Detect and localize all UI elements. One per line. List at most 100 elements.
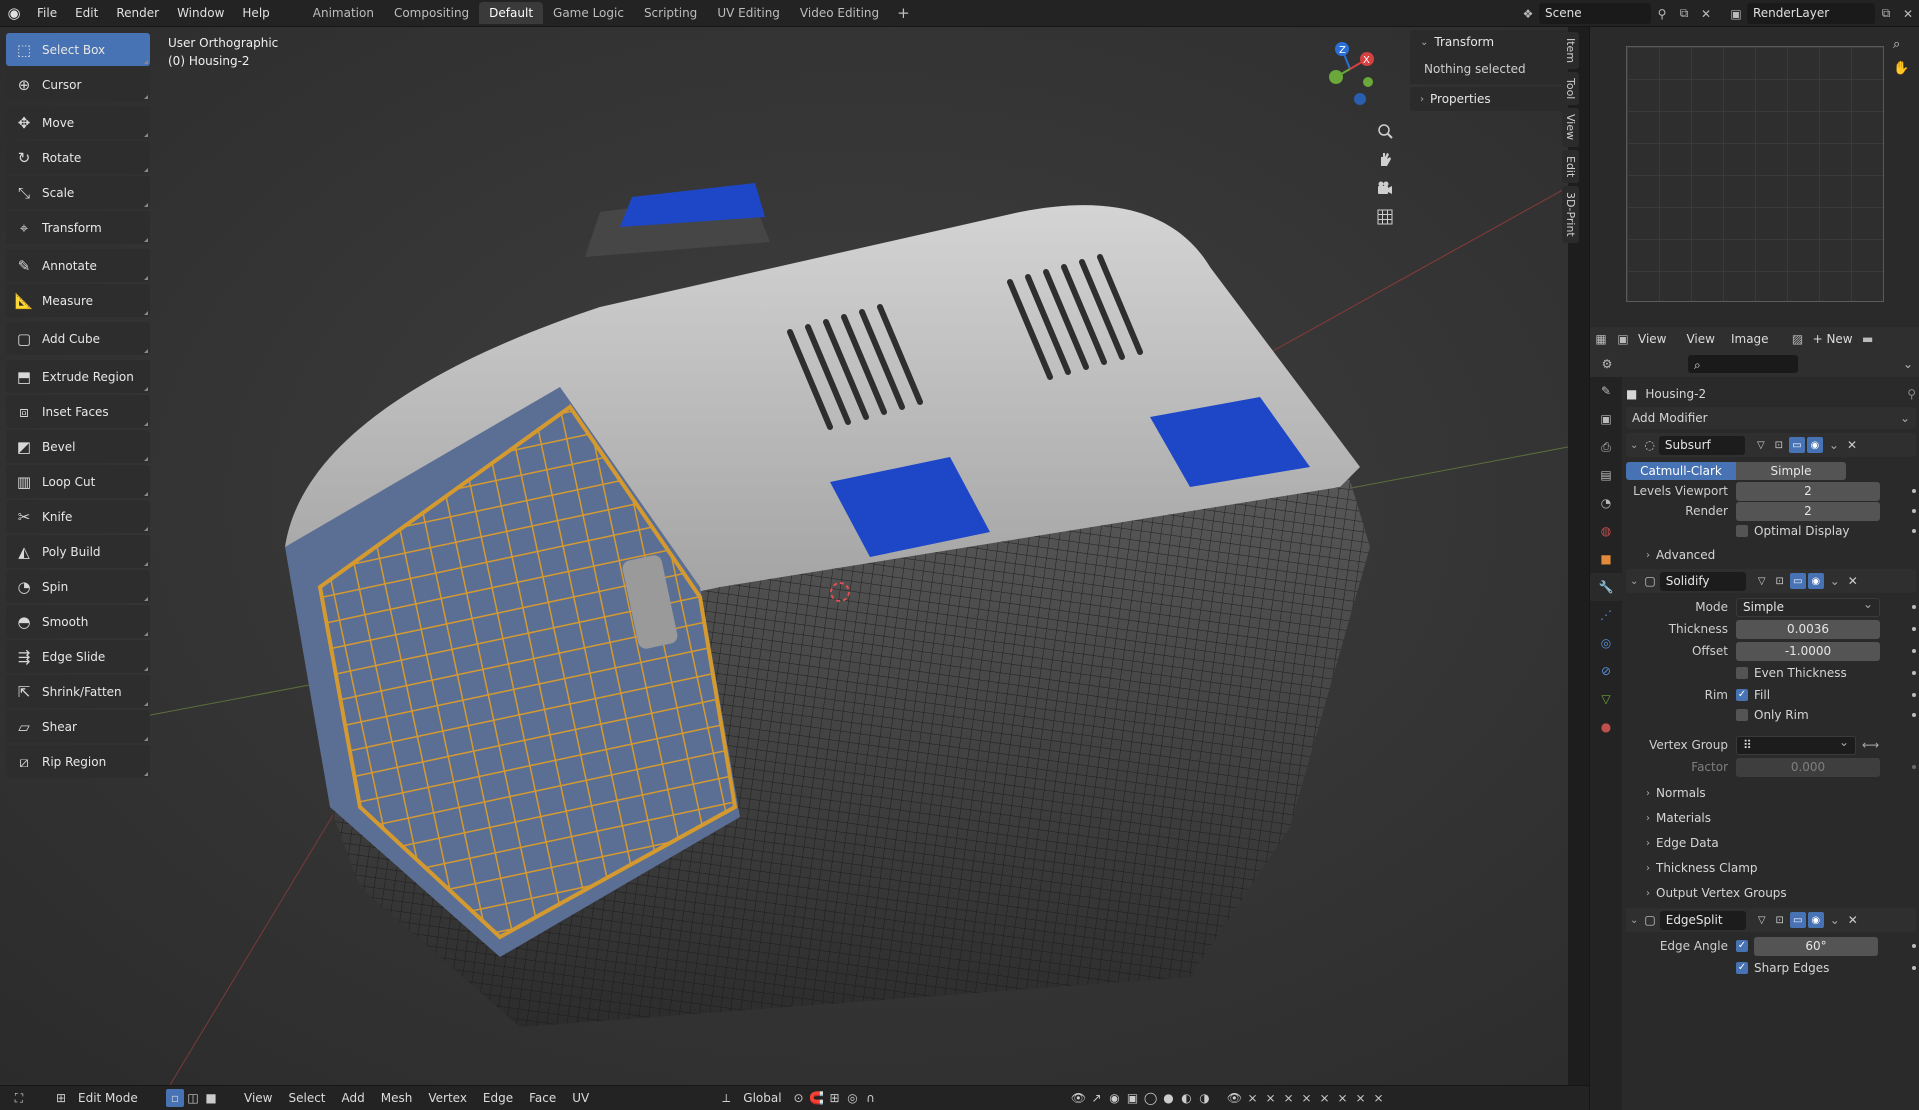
edgesplit-name-field[interactable]: EdgeSplit bbox=[1659, 910, 1746, 930]
mesh-filter-icon[interactable]: ⨯ bbox=[1352, 1089, 1370, 1107]
mesh-filter-icon[interactable]: ⨯ bbox=[1334, 1089, 1352, 1107]
sharp-edges-checkbox[interactable]: ✓ bbox=[1736, 962, 1748, 974]
subpanel-normals[interactable]: › Normals bbox=[1626, 783, 1916, 803]
wireframe-shading-icon[interactable]: ◯ bbox=[1142, 1089, 1160, 1107]
delete-layer-icon[interactable]: ✕ bbox=[1897, 3, 1919, 24]
pan-hand-icon[interactable] bbox=[1373, 147, 1397, 171]
tab-item[interactable]: Item bbox=[1562, 32, 1579, 70]
view-dropdown[interactable]: View bbox=[1634, 332, 1670, 346]
3d-viewport[interactable]: User Orthographic (0) Housing-2 ⬚ Select … bbox=[0, 27, 1568, 1085]
tool-scale[interactable]: ⤡ Scale bbox=[6, 176, 150, 209]
close-icon[interactable]: ✕ bbox=[1848, 913, 1858, 927]
chevron-down-icon[interactable]: ⌄ bbox=[1630, 915, 1638, 926]
tab-3d-print[interactable]: 3D-Print bbox=[1562, 185, 1579, 243]
pin-icon[interactable]: ⚲ bbox=[1651, 3, 1673, 24]
edit-mode-icon[interactable]: ⊡ bbox=[1771, 437, 1787, 453]
perspective-toggle-icon[interactable] bbox=[1373, 205, 1397, 229]
tool-poly-build[interactable]: ◭ Poly Build bbox=[6, 535, 150, 568]
tool-edge-slide[interactable]: ⇶ Edge Slide bbox=[6, 640, 150, 673]
keyframe-dot-icon[interactable] bbox=[1912, 627, 1916, 631]
keyframe-dot-icon[interactable] bbox=[1912, 966, 1916, 970]
pivot-icon[interactable]: ⊙ bbox=[790, 1089, 808, 1107]
tool-shear[interactable]: ▱ Shear bbox=[6, 710, 150, 743]
levels-viewport-field[interactable]: 2 bbox=[1736, 481, 1880, 501]
tool-rip-region[interactable]: ⧄ Rip Region bbox=[6, 745, 150, 778]
keyframe-dot-icon[interactable] bbox=[1912, 944, 1916, 948]
transform-panel-header[interactable]: ⌄ Transform bbox=[1410, 30, 1568, 54]
keyframe-dot-icon[interactable] bbox=[1912, 529, 1916, 533]
menu-edit[interactable]: Edit bbox=[66, 0, 107, 27]
tab-scripting[interactable]: Scripting bbox=[634, 2, 707, 24]
render-camera-icon[interactable]: ◉ bbox=[1806, 437, 1823, 453]
tab-game-logic[interactable]: Game Logic bbox=[543, 2, 634, 24]
scene-tab-icon[interactable]: ◔ bbox=[1590, 489, 1622, 517]
zoom-icon[interactable] bbox=[1373, 119, 1397, 143]
edge-angle-field[interactable]: 60° bbox=[1754, 936, 1878, 956]
menu-vertex[interactable]: Vertex bbox=[420, 1091, 475, 1105]
viewport-display-icon[interactable]: ▭ bbox=[1789, 573, 1806, 589]
camera-view-icon[interactable] bbox=[1373, 176, 1397, 200]
face-select-icon[interactable]: ■ bbox=[202, 1089, 220, 1107]
chevron-down-icon[interactable]: ⌄ bbox=[1897, 354, 1919, 375]
subpanel-materials[interactable]: › Materials bbox=[1626, 808, 1916, 828]
tool-rotate[interactable]: ↻ Rotate bbox=[6, 141, 150, 174]
new-image-button[interactable]: + New bbox=[1809, 332, 1857, 346]
physics-tab-icon[interactable]: ◎ bbox=[1590, 629, 1622, 657]
tool-annotate[interactable]: ✎ Annotate bbox=[6, 249, 150, 282]
tool-loop-cut[interactable]: ▥ Loop Cut bbox=[6, 465, 150, 498]
funnel-icon[interactable]: ▽ bbox=[1753, 437, 1769, 453]
render-tab-icon[interactable]: ▣ bbox=[1590, 405, 1622, 433]
mesh-filter-icon[interactable]: ⨯ bbox=[1244, 1089, 1262, 1107]
tool-measure[interactable]: 📐 Measure bbox=[6, 284, 150, 317]
open-image-icon[interactable]: ▬ bbox=[1857, 329, 1879, 350]
menu-view[interactable]: View bbox=[236, 1091, 280, 1105]
gizmo-icon[interactable]: ↗ bbox=[1088, 1089, 1106, 1107]
orientation-icon[interactable]: ⟂ bbox=[717, 1089, 735, 1107]
navigation-gizmo[interactable]: Z X bbox=[1320, 37, 1380, 107]
scene-type-icon[interactable]: ❖ bbox=[1517, 3, 1539, 24]
falloff-icon[interactable]: ∩ bbox=[862, 1089, 880, 1107]
chevron-down-icon[interactable]: ⌄ bbox=[1630, 440, 1638, 451]
view-menu[interactable]: View bbox=[1678, 332, 1722, 346]
tool-knife[interactable]: ✂ Knife bbox=[6, 500, 150, 533]
tool-shrink-fatten[interactable]: ⇱ Shrink/Fatten bbox=[6, 675, 150, 708]
subpanel-edge-data[interactable]: › Edge Data bbox=[1626, 833, 1916, 853]
view-mode-icon[interactable]: ▣ bbox=[1612, 329, 1634, 350]
keyframe-dot-icon[interactable] bbox=[1912, 605, 1916, 609]
subpanel-output-vertex-groups[interactable]: › Output Vertex Groups bbox=[1626, 883, 1916, 903]
zoom-icon[interactable]: ⌕ bbox=[1893, 37, 1913, 61]
edge-select-icon[interactable]: ◫ bbox=[184, 1089, 202, 1107]
image-canvas[interactable] bbox=[1626, 46, 1884, 302]
funnel-icon[interactable]: ▽ bbox=[1754, 573, 1770, 589]
keyframe-dot-icon[interactable] bbox=[1912, 509, 1916, 513]
tab-tool[interactable]: Tool bbox=[1562, 72, 1579, 106]
solid-shading-icon[interactable]: ● bbox=[1160, 1089, 1178, 1107]
tab-view[interactable]: View bbox=[1562, 108, 1579, 147]
keyframe-dot-icon[interactable] bbox=[1912, 713, 1916, 717]
tab-default[interactable]: Default bbox=[479, 2, 544, 24]
properties-panel-header[interactable]: › Properties bbox=[1410, 87, 1568, 111]
menu-select[interactable]: Select bbox=[280, 1091, 333, 1105]
tool-inset-faces[interactable]: ⧈ Inset Faces bbox=[6, 395, 150, 428]
material-tab-icon[interactable]: ● bbox=[1590, 713, 1622, 741]
catmull-clark-button[interactable]: Catmull-Clark bbox=[1626, 462, 1736, 480]
even-thickness-checkbox[interactable] bbox=[1736, 667, 1748, 679]
add-workspace-icon[interactable]: + bbox=[889, 4, 918, 22]
pan-hand-icon[interactable]: ✋ bbox=[1893, 61, 1913, 85]
data-tab-icon[interactable]: ▽ bbox=[1590, 685, 1622, 713]
modifier-tab-icon[interactable]: 🔧 bbox=[1590, 573, 1622, 601]
new-layer-icon[interactable]: ⧉ bbox=[1875, 3, 1897, 24]
edit-mode-icon[interactable]: ⊡ bbox=[1772, 912, 1788, 928]
render-layer-icon[interactable]: ▣ bbox=[1725, 3, 1747, 24]
funnel-icon[interactable]: ▽ bbox=[1754, 912, 1770, 928]
image-browse-icon[interactable]: ▨ bbox=[1787, 329, 1809, 350]
invert-arrows-icon[interactable]: ⟷ bbox=[1862, 738, 1879, 752]
add-modifier-button[interactable]: Add Modifier ⌄ bbox=[1626, 407, 1916, 429]
visibility-icon[interactable]: 👁 bbox=[1226, 1089, 1244, 1107]
scene-selector[interactable]: Scene bbox=[1539, 3, 1651, 24]
chevron-down-icon[interactable]: ⌄ bbox=[1630, 576, 1638, 587]
output-tab-icon[interactable]: ⎙ bbox=[1590, 433, 1622, 461]
mesh-filter-icon[interactable]: ⨯ bbox=[1280, 1089, 1298, 1107]
orientation-selector[interactable]: Global bbox=[735, 1091, 789, 1105]
only-rim-checkbox[interactable] bbox=[1736, 709, 1748, 721]
